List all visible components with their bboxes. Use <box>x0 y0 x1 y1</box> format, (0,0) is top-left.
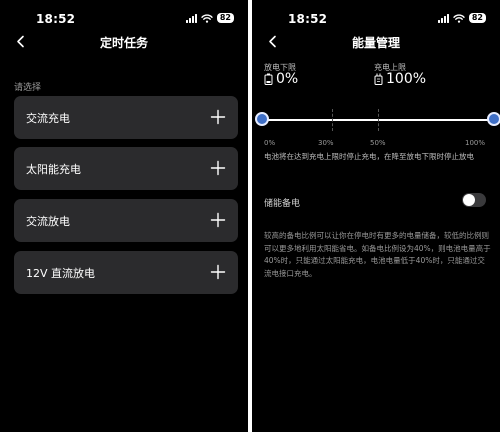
energy-management-screen: 18:52 82 能量管理 放电下限 0% 充电上限 100% 0% 30% 5… <box>252 0 500 432</box>
discharge-limit-value: 0% <box>264 71 298 87</box>
task-label: 交流放电 <box>26 215 70 228</box>
tick-label-100: 100% <box>465 139 486 147</box>
tick-label-30: 30% <box>318 139 334 147</box>
backup-label: 储能备电 <box>264 199 301 209</box>
plus-icon[interactable] <box>210 212 226 228</box>
status-icons: 82 <box>437 13 486 23</box>
wifi-icon <box>201 13 213 23</box>
nav-bar: 能量管理 <box>252 28 500 54</box>
section-label: 请选择 <box>14 83 42 93</box>
plus-icon[interactable] <box>210 264 226 280</box>
task-item-ac-charge[interactable]: 交流充电 <box>14 96 238 139</box>
signal-icon <box>437 13 449 23</box>
signal-icon <box>185 13 197 23</box>
battery-badge: 82 <box>468 13 486 23</box>
task-item-solar-charge[interactable]: 太阳能充电 <box>14 147 238 190</box>
status-time: 18:52 <box>36 12 76 26</box>
discharge-limit-percent: 0% <box>276 71 299 87</box>
page-title: 能量管理 <box>351 36 400 50</box>
charge-limit-percent: 100% <box>386 71 427 87</box>
charge-limit-value: 100% <box>374 71 426 87</box>
task-label: 太阳能充电 <box>26 163 81 176</box>
toggle-knob <box>463 194 475 206</box>
slider-marker-30 <box>331 109 333 131</box>
task-label: 交流充电 <box>26 112 70 125</box>
tick-label-50: 50% <box>370 139 386 147</box>
scheduled-tasks-screen: 18:52 82 定时任务 请选择 交流充电 太阳能充电 交流放电 12V 直流… <box>0 0 248 432</box>
battery-badge: 82 <box>216 13 234 23</box>
plug-icon <box>374 73 383 85</box>
limit-description: 电池将在达到充电上限时停止充电，在降至放电下限时停止放电 <box>264 152 474 161</box>
backup-description: 较高的备电比例可以让你在停电时有更多的电量储备，较低的比例则可以更多地利用太阳能… <box>264 231 491 278</box>
discharge-limit-thumb[interactable] <box>255 112 269 126</box>
nav-bar: 定时任务 <box>0 28 248 54</box>
task-item-ac-discharge[interactable]: 交流放电 <box>14 199 238 242</box>
battery-icon <box>264 73 273 85</box>
status-bar: 18:52 82 <box>252 0 500 28</box>
page-title: 定时任务 <box>99 36 148 50</box>
tick-label-0: 0% <box>264 139 276 147</box>
plus-icon[interactable] <box>210 109 226 125</box>
plus-icon[interactable] <box>210 160 226 176</box>
slider-marker-50 <box>378 109 379 131</box>
task-label: 12V 直流放电 <box>26 267 96 280</box>
status-icons: 82 <box>185 13 234 23</box>
limit-range-slider[interactable] <box>255 108 500 132</box>
charge-limit-thumb[interactable] <box>487 112 500 126</box>
wifi-icon <box>453 13 465 23</box>
status-time: 18:52 <box>288 12 328 26</box>
backup-toggle[interactable] <box>462 193 486 207</box>
status-bar: 18:52 82 <box>0 0 248 28</box>
task-item-12v-dc-discharge[interactable]: 12V 直流放电 <box>14 251 238 294</box>
